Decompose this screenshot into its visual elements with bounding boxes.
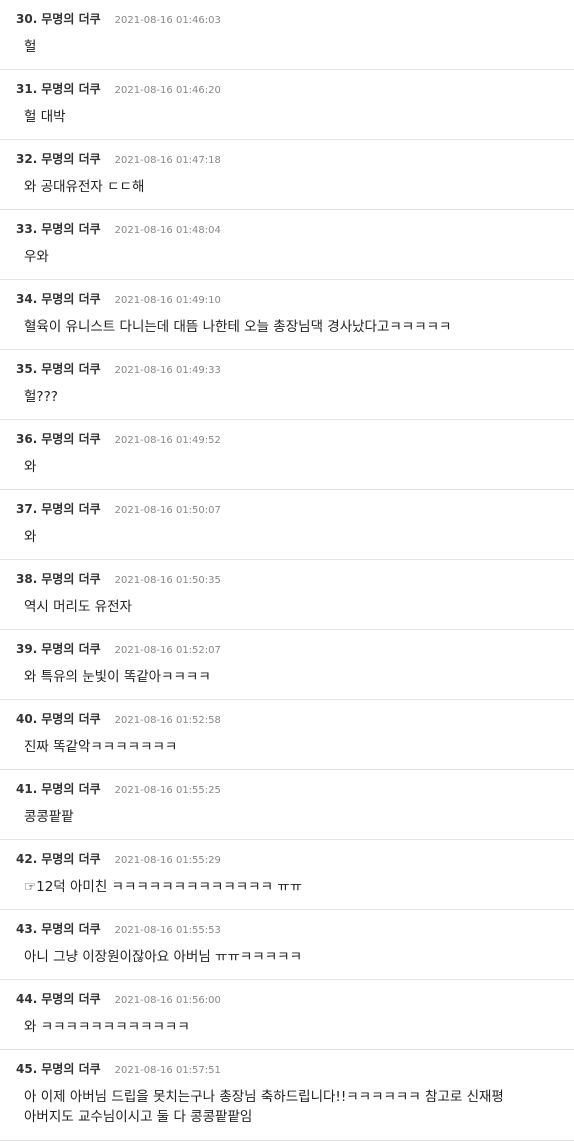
comment-author[interactable]: 무명의 더쿠	[41, 432, 100, 446]
comment-meta: 43. 무명의 더쿠 2021-08-16 01:55:53	[16, 920, 558, 936]
comment-author[interactable]: 무명의 더쿠	[41, 292, 100, 306]
comment-meta: 38. 무명의 더쿠 2021-08-16 01:50:35	[16, 570, 558, 586]
comment-date: 2021-08-16 01:46:03	[114, 15, 221, 26]
comment-number: 38.	[16, 572, 38, 586]
comment-number: 30.	[16, 12, 38, 26]
comment-date: 2021-08-16 01:49:10	[114, 295, 221, 306]
comment-author[interactable]: 무명의 더쿠	[41, 922, 100, 936]
comment-number: 41.	[16, 782, 38, 796]
comment-text: 혈육이 유니스트 다니는데 대뜸 나한테 오늘 총장님댁 경사났다고ㅋㅋㅋㅋㅋ	[24, 319, 452, 335]
comment-date: 2021-08-16 01:46:20	[114, 85, 221, 96]
comment-author[interactable]: 무명의 더쿠	[41, 642, 100, 656]
comment-number: 33.	[16, 222, 38, 236]
comment-number: 42.	[16, 852, 38, 866]
comment-number: 39.	[16, 642, 38, 656]
comment-author[interactable]: 무명의 더쿠	[41, 222, 100, 236]
comment-item: 33. 무명의 더쿠 2021-08-16 01:48:04 우와	[0, 210, 574, 280]
comment-item: 35. 무명의 더쿠 2021-08-16 01:49:33 헐???	[0, 350, 574, 420]
comment-author[interactable]: 무명의 더쿠	[41, 12, 100, 26]
comment-meta: 41. 무명의 더쿠 2021-08-16 01:55:25	[16, 780, 558, 796]
comment-text: 아니 그냥 이장원이잖아요 아버님 ㅠㅠㅋㅋㅋㅋㅋ	[24, 949, 302, 965]
comment-item: 41. 무명의 더쿠 2021-08-16 01:55:25 콩콩팥팥	[0, 770, 574, 840]
comment-author[interactable]: 무명의 더쿠	[41, 572, 100, 586]
comment-number: 45.	[16, 1062, 38, 1076]
comment-list: 30. 무명의 더쿠 2021-08-16 01:46:03 헐 31. 무명의 더쿠…	[0, 0, 574, 1141]
comment-text: 우와	[24, 249, 49, 265]
comment-item: 38. 무명의 더쿠 2021-08-16 01:50:35 역시 머리도 유전자	[0, 560, 574, 630]
comment-author[interactable]: 무명의 더쿠	[41, 782, 100, 796]
comment-text: 와 특유의 눈빛이 똑같아ㅋㅋㅋㅋ	[24, 669, 211, 685]
comment-meta: 32. 무명의 더쿠 2021-08-16 01:47:18	[16, 150, 558, 166]
comment-meta: 39. 무명의 더쿠 2021-08-16 01:52:07	[16, 640, 558, 656]
comment-meta: 33. 무명의 더쿠 2021-08-16 01:48:04	[16, 220, 558, 236]
comment-author[interactable]: 무명의 더쿠	[41, 362, 100, 376]
comment-meta: 30. 무명의 더쿠 2021-08-16 01:46:03	[16, 10, 558, 26]
comment-meta: 36. 무명의 더쿠 2021-08-16 01:49:52	[16, 430, 558, 446]
comment-number: 35.	[16, 362, 38, 376]
comment-text: 헐 대박	[24, 109, 66, 125]
comment-author[interactable]: 무명의 더쿠	[41, 852, 100, 866]
comment-author[interactable]: 무명의 더쿠	[41, 1062, 100, 1076]
comment-meta: 44. 무명의 더쿠 2021-08-16 01:56:00	[16, 990, 558, 1006]
comment-text: 진짜 똑같악ㅋㅋㅋㅋㅋㅋㅋ	[24, 739, 178, 755]
comment-author[interactable]: 무명의 더쿠	[41, 502, 100, 516]
comment-item: 34. 무명의 더쿠 2021-08-16 01:49:10 혈육이 유니스트 다니…	[0, 280, 574, 350]
comment-number: 31.	[16, 82, 38, 96]
comment-date: 2021-08-16 01:50:07	[114, 505, 221, 516]
comment-date: 2021-08-16 01:47:18	[114, 155, 221, 166]
comment-meta: 35. 무명의 더쿠 2021-08-16 01:49:33	[16, 360, 558, 376]
comment-date: 2021-08-16 01:57:51	[114, 1065, 221, 1076]
comment-item: 31. 무명의 더쿠 2021-08-16 01:46:20 헐 대박	[0, 70, 574, 140]
comment-item: 42. 무명의 더쿠 2021-08-16 01:55:29 ☞12덕 아미친 ㅋㅋ…	[0, 840, 574, 910]
comment-meta: 31. 무명의 더쿠 2021-08-16 01:46:20	[16, 80, 558, 96]
comment-number: 32.	[16, 152, 38, 166]
comment-item: 43. 무명의 더쿠 2021-08-16 01:55:53 아니 그냥 이장원이잖…	[0, 910, 574, 980]
comment-number: 36.	[16, 432, 38, 446]
comment-author[interactable]: 무명의 더쿠	[41, 992, 100, 1006]
comment-text: 역시 머리도 유전자	[24, 599, 132, 615]
comment-text: 콩콩팥팥	[24, 809, 74, 825]
comment-date: 2021-08-16 01:56:00	[114, 995, 221, 1006]
comment-item: 30. 무명의 더쿠 2021-08-16 01:46:03 헐	[0, 0, 574, 70]
comment-text: 와	[24, 459, 37, 475]
comment-text: 헐	[24, 39, 37, 55]
comment-meta: 34. 무명의 더쿠 2021-08-16 01:49:10	[16, 290, 558, 306]
comment-text: ☞12덕 아미친 ㅋㅋㅋㅋㅋㅋㅋㅋㅋㅋㅋㅋㅋ ㅠㅠ	[24, 879, 303, 895]
comment-text: 헐???	[24, 389, 58, 405]
comment-date: 2021-08-16 01:48:04	[114, 225, 221, 236]
comment-number: 40.	[16, 712, 38, 726]
comment-author[interactable]: 무명의 더쿠	[41, 712, 100, 726]
comment-date: 2021-08-16 01:52:58	[114, 715, 221, 726]
comment-author[interactable]: 무명의 더쿠	[41, 82, 100, 96]
comment-number: 44.	[16, 992, 38, 1006]
comment-date: 2021-08-16 01:49:52	[114, 435, 221, 446]
comment-item: 36. 무명의 더쿠 2021-08-16 01:49:52 와	[0, 420, 574, 490]
comment-date: 2021-08-16 01:50:35	[114, 575, 221, 586]
comment-date: 2021-08-16 01:52:07	[114, 645, 221, 656]
comment-item: 44. 무명의 더쿠 2021-08-16 01:56:00 와 ㅋㅋㅋㅋㅋㅋㅋㅋㅋ…	[0, 980, 574, 1050]
comment-text: 아 이제 아버님 드립을 못치는구나 총장님 축하드립니다!!ㅋㅋㅋㅋㅋㅋ 참고…	[24, 1089, 509, 1125]
comment-date: 2021-08-16 01:55:53	[114, 925, 221, 936]
comment-number: 34.	[16, 292, 38, 306]
comment-item: 40. 무명의 더쿠 2021-08-16 01:52:58 진짜 똑같악ㅋㅋㅋㅋㅋ…	[0, 700, 574, 770]
comment-text: 와	[24, 529, 37, 545]
comment-meta: 37. 무명의 더쿠 2021-08-16 01:50:07	[16, 500, 558, 516]
comment-number: 43.	[16, 922, 38, 936]
comment-item: 37. 무명의 더쿠 2021-08-16 01:50:07 와	[0, 490, 574, 560]
comment-item: 32. 무명의 더쿠 2021-08-16 01:47:18 와 공대유전자 ㄷㄷ해	[0, 140, 574, 210]
comment-meta: 42. 무명의 더쿠 2021-08-16 01:55:29	[16, 850, 558, 866]
comment-date: 2021-08-16 01:55:29	[114, 855, 221, 866]
comment-date: 2021-08-16 01:49:33	[114, 365, 221, 376]
comment-item: 39. 무명의 더쿠 2021-08-16 01:52:07 와 특유의 눈빛이 똑…	[0, 630, 574, 700]
comment-item: 45. 무명의 더쿠 2021-08-16 01:57:51 아 이제 아버님 드립…	[0, 1050, 574, 1141]
comment-meta: 40. 무명의 더쿠 2021-08-16 01:52:58	[16, 710, 558, 726]
comment-meta: 45. 무명의 더쿠 2021-08-16 01:57:51	[16, 1060, 558, 1076]
comment-text: 와 공대유전자 ㄷㄷ해	[24, 179, 145, 195]
comment-date: 2021-08-16 01:55:25	[114, 785, 221, 796]
comment-number: 37.	[16, 502, 38, 516]
comment-author[interactable]: 무명의 더쿠	[41, 152, 100, 166]
comment-text: 와 ㅋㅋㅋㅋㅋㅋㅋㅋㅋㅋㅋㅋ	[24, 1019, 190, 1035]
